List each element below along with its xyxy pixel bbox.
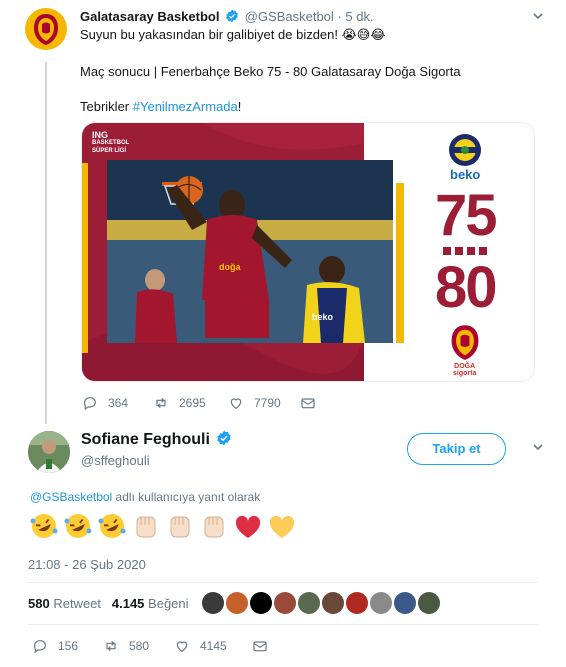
focused-reply-tweet[interactable]: Sofiane Feghouli @sffeghouli Takip et @G…: [0, 424, 566, 667]
liker-avatar[interactable]: [346, 592, 368, 614]
verified-badge-icon: [226, 9, 238, 23]
reply-count: 156: [58, 639, 79, 653]
liker-avatar[interactable]: [226, 592, 248, 614]
galatasaray-crest-icon: [451, 325, 479, 360]
away-sponsor-line-2: sigorta: [453, 370, 477, 377]
svg-text:doğa: doğa: [219, 262, 241, 272]
avatar[interactable]: [28, 431, 70, 473]
text-suffix: !: [237, 99, 242, 114]
display-name[interactable]: Galatasaray Basketbol: [80, 9, 219, 24]
direct-message-button[interactable]: [300, 395, 326, 411]
game-photo: doğa beko: [107, 160, 393, 343]
liker-avatar[interactable]: [418, 592, 440, 614]
home-score: 75: [435, 183, 498, 248]
profile-photo-image: [28, 431, 70, 473]
liker-avatar[interactable]: [322, 592, 344, 614]
like-count: 4145: [200, 639, 227, 653]
home-sponsor: beko: [450, 167, 481, 182]
league-line-1: ING: [92, 130, 109, 140]
tweet-header: Galatasaray Basketbol @GSBasketbol · 5 d…: [80, 9, 374, 24]
liker-avatars: [202, 592, 440, 614]
like-total[interactable]: 4.145: [112, 596, 145, 611]
liker-avatar[interactable]: [370, 592, 392, 614]
like-button[interactable]: 7790: [228, 395, 281, 411]
reply-icon: [34, 640, 46, 654]
chevron-down-icon[interactable]: [532, 10, 544, 22]
raised-fist-icon: [204, 516, 224, 538]
retweet-button[interactable]: 580: [103, 638, 149, 654]
tweet-text-line-3: Tebrikler #YenilmezArmada!: [80, 99, 241, 114]
liker-avatar[interactable]: [298, 592, 320, 614]
avatar[interactable]: [25, 8, 67, 50]
replying-to-text: adlı kullanıcıya yanıt olarak: [112, 490, 261, 504]
tweet-media[interactable]: ING BASKETBOL SÜPER LİGİ doğa beko beko …: [81, 122, 535, 382]
yellow-stripe: [82, 163, 88, 353]
yellow-heart-icon: [269, 515, 295, 538]
tweet-emoji-text: [28, 511, 298, 541]
retweet-total[interactable]: 580: [28, 596, 50, 611]
tweet-timestamp[interactable]: 21:08 - 26 Şub 2020: [28, 557, 146, 572]
liker-avatar[interactable]: [274, 592, 296, 614]
verified-badge-icon: [217, 430, 232, 446]
rofl-emoji-icon: [98, 514, 126, 538]
tweet-stats: 580 Retweet 4.145 Beğeni: [28, 596, 189, 611]
retweet-button[interactable]: 2695: [153, 395, 206, 411]
tweet-text-line-2: Maç sonucu | Fenerbahçe Beko 75 - 80 Gal…: [80, 64, 461, 79]
yellow-stripe: [396, 183, 404, 343]
heart-icon: [230, 398, 242, 410]
raised-fist-icon: [136, 516, 156, 538]
svg-text:beko: beko: [312, 312, 334, 322]
display-name: Sofiane Feghouli: [81, 430, 234, 449]
tweet-text-line-1: Suyun bu yakasından bir galibiyet de biz…: [80, 27, 386, 42]
like-count: 7790: [254, 396, 281, 410]
envelope-icon: [301, 398, 315, 409]
separator: ·: [337, 9, 342, 24]
envelope-icon: [253, 641, 267, 652]
away-score: 80: [435, 255, 498, 320]
display-name-text[interactable]: Sofiane Feghouli: [81, 431, 210, 448]
text-prefix: Tebrikler: [80, 99, 133, 114]
dunk-photo-image: doğa beko: [107, 160, 393, 343]
parent-tweet[interactable]: Galatasaray Basketbol @GSBasketbol · 5 d…: [0, 0, 566, 424]
liker-avatar[interactable]: [202, 592, 224, 614]
score-divider-dots: [443, 247, 487, 255]
fenerbahce-crest-icon: [449, 134, 481, 166]
handle[interactable]: @GSBasketbol: [245, 9, 334, 24]
liker-avatar[interactable]: [250, 592, 272, 614]
divider: [28, 582, 538, 583]
reply-button[interactable]: 364: [82, 395, 128, 411]
reply-count: 364: [108, 396, 129, 410]
retweet-total-label[interactable]: Retweet: [53, 596, 101, 611]
retweet-icon: [156, 397, 166, 409]
like-total-label[interactable]: Beğeni: [148, 596, 188, 611]
heart-icon: [176, 641, 188, 653]
league-logo: ING BASKETBOL SÜPER LİGİ: [92, 131, 129, 155]
retweet-count: 2695: [179, 396, 206, 410]
direct-message-button[interactable]: [252, 638, 278, 654]
rofl-emoji-icon: [64, 514, 92, 538]
galatasaray-crest-icon: [34, 14, 58, 45]
retweet-count: 580: [129, 639, 150, 653]
like-button[interactable]: 4145: [174, 638, 227, 654]
liker-avatar[interactable]: [394, 592, 416, 614]
red-heart-icon: [235, 515, 261, 538]
reply-button[interactable]: 156: [32, 638, 78, 654]
follow-button[interactable]: Takip et: [407, 433, 506, 465]
league-line-2: BASKETBOL: [92, 140, 130, 146]
raised-fist-icon: [170, 516, 190, 538]
reply-icon: [84, 397, 96, 411]
replying-to: @GSBasketbol adlı kullanıcıya yanıt olar…: [30, 490, 260, 504]
divider: [28, 624, 538, 625]
handle[interactable]: @sffeghouli: [81, 453, 150, 468]
chevron-down-icon[interactable]: [532, 441, 544, 453]
rofl-emoji-icon: [30, 514, 58, 538]
away-sponsor: DOĞA sigorta: [453, 363, 476, 377]
tweet-time[interactable]: 5 dk.: [345, 9, 373, 24]
mention-link[interactable]: @GSBasketbol: [30, 490, 112, 504]
hashtag-link[interactable]: #YenilmezArmada: [133, 99, 238, 114]
retweet-icon: [106, 640, 116, 652]
away-sponsor-line-1: DOĞA: [454, 363, 476, 370]
league-line-3: SÜPER LİGİ: [92, 148, 127, 154]
